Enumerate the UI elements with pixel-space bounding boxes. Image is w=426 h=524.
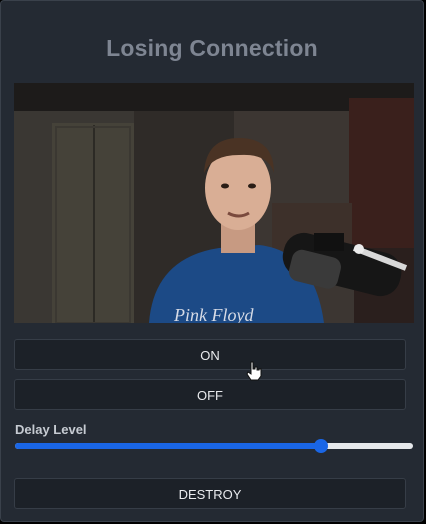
destroy-button[interactable]: DESTROY [14,478,406,509]
page-title: Losing Connection [106,35,318,61]
slider-thumb[interactable] [314,439,329,453]
app-window: Losing Connection Pink Floyd ON OFF Dela… [0,0,424,522]
video-preview: Pink Floyd [14,83,414,323]
delay-level-slider[interactable] [15,439,413,453]
off-button[interactable]: OFF [14,379,406,410]
slider-fill [15,443,322,449]
hand-pointer-icon [246,361,262,381]
shirt-text: Pink Floyd [173,305,254,323]
webcam-frame: Pink Floyd [14,83,414,323]
on-button[interactable]: ON [14,339,406,370]
delay-level-label: Delay Level [15,422,87,437]
